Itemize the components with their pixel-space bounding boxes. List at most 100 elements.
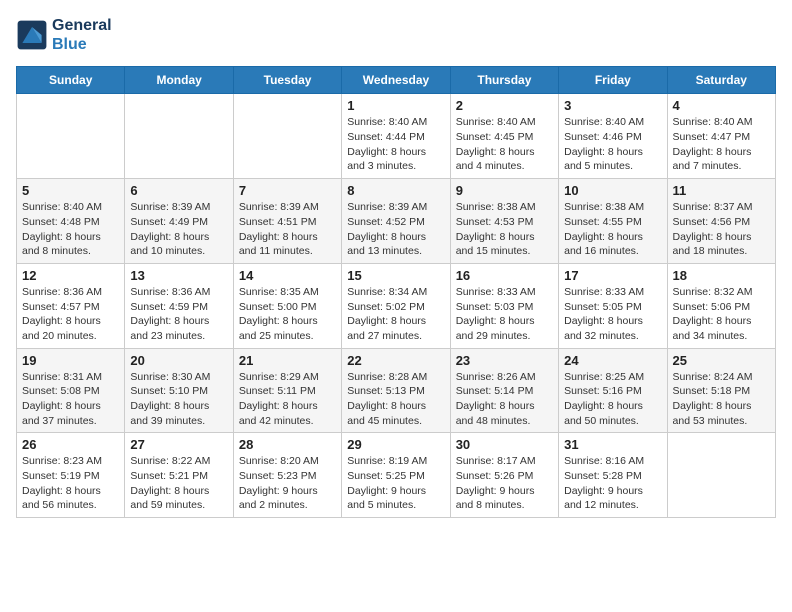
- calendar-cell: 21 Sunrise: 8:29 AM Sunset: 5:11 PM Dayli…: [233, 348, 341, 433]
- calendar-cell: 5 Sunrise: 8:40 AM Sunset: 4:48 PM Daylig…: [17, 179, 125, 264]
- calendar-cell: 3Sunrise: 8:40 AM Sunset: 4:46 PM Daylig…: [559, 94, 667, 179]
- weekday-header: Saturday: [667, 67, 775, 94]
- day-info: Sunrise: 8:39 AM Sunset: 4:52 PM Dayligh…: [347, 200, 444, 259]
- day-number: 31: [564, 437, 661, 452]
- day-info: Sunrise: 8:38 AM Sunset: 4:55 PM Dayligh…: [564, 200, 661, 259]
- day-info: Sunrise: 8:39 AM Sunset: 4:51 PM Dayligh…: [239, 200, 336, 259]
- day-number: 3: [564, 98, 661, 113]
- day-number: 4: [673, 98, 770, 113]
- day-info: Sunrise: 8:22 AM Sunset: 5:21 PM Dayligh…: [130, 454, 227, 513]
- day-info: Sunrise: 8:30 AM Sunset: 5:10 PM Dayligh…: [130, 370, 227, 429]
- day-number: 21: [239, 353, 336, 368]
- day-number: 26: [22, 437, 119, 452]
- day-number: 24: [564, 353, 661, 368]
- day-number: 16: [456, 268, 553, 283]
- calendar-cell: 9 Sunrise: 8:38 AM Sunset: 4:53 PM Daylig…: [450, 179, 558, 264]
- calendar-cell: 10 Sunrise: 8:38 AM Sunset: 4:55 PM Dayli…: [559, 179, 667, 264]
- calendar-cell: 11 Sunrise: 8:37 AM Sunset: 4:56 PM Dayli…: [667, 179, 775, 264]
- day-number: 5: [22, 183, 119, 198]
- calendar-cell: [125, 94, 233, 179]
- calendar-header: SundayMondayTuesdayWednesdayThursdayFrid…: [17, 67, 776, 94]
- day-info: Sunrise: 8:24 AM Sunset: 5:18 PM Dayligh…: [673, 370, 770, 429]
- day-number: 10: [564, 183, 661, 198]
- weekday-header: Thursday: [450, 67, 558, 94]
- day-info: Sunrise: 8:29 AM Sunset: 5:11 PM Dayligh…: [239, 370, 336, 429]
- day-info: Sunrise: 8:17 AM Sunset: 5:26 PM Dayligh…: [456, 454, 553, 513]
- day-info: Sunrise: 8:32 AM Sunset: 5:06 PM Dayligh…: [673, 285, 770, 344]
- day-info: Sunrise: 8:23 AM Sunset: 5:19 PM Dayligh…: [22, 454, 119, 513]
- day-info: Sunrise: 8:40 AM Sunset: 4:44 PM Dayligh…: [347, 115, 444, 174]
- day-number: 2: [456, 98, 553, 113]
- calendar-cell: 6Sunrise: 8:39 AM Sunset: 4:49 PM Daylig…: [125, 179, 233, 264]
- day-number: 18: [673, 268, 770, 283]
- day-number: 11: [673, 183, 770, 198]
- day-info: Sunrise: 8:38 AM Sunset: 4:53 PM Dayligh…: [456, 200, 553, 259]
- weekday-header: Tuesday: [233, 67, 341, 94]
- day-info: Sunrise: 8:33 AM Sunset: 5:03 PM Dayligh…: [456, 285, 553, 344]
- calendar-cell: 12 Sunrise: 8:36 AM Sunset: 4:57 PM Dayli…: [17, 263, 125, 348]
- calendar-cell: 13 Sunrise: 8:36 AM Sunset: 4:59 PM Dayli…: [125, 263, 233, 348]
- day-info: Sunrise: 8:31 AM Sunset: 5:08 PM Dayligh…: [22, 370, 119, 429]
- calendar-body: 1 Sunrise: 8:40 AM Sunset: 4:44 PM Daylig…: [17, 94, 776, 518]
- weekday-header: Friday: [559, 67, 667, 94]
- day-info: Sunrise: 8:36 AM Sunset: 4:57 PM Dayligh…: [22, 285, 119, 344]
- calendar-week-row: 1 Sunrise: 8:40 AM Sunset: 4:44 PM Daylig…: [17, 94, 776, 179]
- day-info: Sunrise: 8:36 AM Sunset: 4:59 PM Dayligh…: [130, 285, 227, 344]
- day-number: 12: [22, 268, 119, 283]
- calendar-cell: 14Sunrise: 8:35 AM Sunset: 5:00 PM Dayli…: [233, 263, 341, 348]
- calendar-cell: 29 Sunrise: 8:19 AM Sunset: 5:25 PM Dayli…: [342, 433, 450, 518]
- day-number: 13: [130, 268, 227, 283]
- day-info: Sunrise: 8:37 AM Sunset: 4:56 PM Dayligh…: [673, 200, 770, 259]
- day-number: 7: [239, 183, 336, 198]
- calendar-cell: 31 Sunrise: 8:16 AM Sunset: 5:28 PM Dayli…: [559, 433, 667, 518]
- day-number: 23: [456, 353, 553, 368]
- calendar-week-row: 19 Sunrise: 8:31 AM Sunset: 5:08 PM Dayli…: [17, 348, 776, 433]
- calendar-week-row: 12 Sunrise: 8:36 AM Sunset: 4:57 PM Dayli…: [17, 263, 776, 348]
- calendar-cell: 17Sunrise: 8:33 AM Sunset: 5:05 PM Dayli…: [559, 263, 667, 348]
- calendar-week-row: 26 Sunrise: 8:23 AM Sunset: 5:19 PM Dayli…: [17, 433, 776, 518]
- weekday-header: Sunday: [17, 67, 125, 94]
- logo-text: General Blue: [52, 16, 112, 54]
- day-info: Sunrise: 8:25 AM Sunset: 5:16 PM Dayligh…: [564, 370, 661, 429]
- day-info: Sunrise: 8:40 AM Sunset: 4:48 PM Dayligh…: [22, 200, 119, 259]
- day-info: Sunrise: 8:26 AM Sunset: 5:14 PM Dayligh…: [456, 370, 553, 429]
- weekday-header: Monday: [125, 67, 233, 94]
- day-number: 1: [347, 98, 444, 113]
- day-number: 25: [673, 353, 770, 368]
- day-number: 15: [347, 268, 444, 283]
- weekday-header: Wednesday: [342, 67, 450, 94]
- day-number: 14: [239, 268, 336, 283]
- day-number: 30: [456, 437, 553, 452]
- day-info: Sunrise: 8:28 AM Sunset: 5:13 PM Dayligh…: [347, 370, 444, 429]
- calendar: SundayMondayTuesdayWednesdayThursdayFrid…: [16, 66, 776, 518]
- logo-icon: [16, 19, 48, 51]
- calendar-cell: 24 Sunrise: 8:25 AM Sunset: 5:16 PM Dayli…: [559, 348, 667, 433]
- calendar-cell: 1 Sunrise: 8:40 AM Sunset: 4:44 PM Daylig…: [342, 94, 450, 179]
- calendar-week-row: 5 Sunrise: 8:40 AM Sunset: 4:48 PM Daylig…: [17, 179, 776, 264]
- day-number: 19: [22, 353, 119, 368]
- day-info: Sunrise: 8:20 AM Sunset: 5:23 PM Dayligh…: [239, 454, 336, 513]
- day-info: Sunrise: 8:16 AM Sunset: 5:28 PM Dayligh…: [564, 454, 661, 513]
- calendar-cell: 18 Sunrise: 8:32 AM Sunset: 5:06 PM Dayli…: [667, 263, 775, 348]
- day-info: Sunrise: 8:39 AM Sunset: 4:49 PM Dayligh…: [130, 200, 227, 259]
- calendar-cell: 19 Sunrise: 8:31 AM Sunset: 5:08 PM Dayli…: [17, 348, 125, 433]
- calendar-cell: 16 Sunrise: 8:33 AM Sunset: 5:03 PM Dayli…: [450, 263, 558, 348]
- day-number: 29: [347, 437, 444, 452]
- day-number: 9: [456, 183, 553, 198]
- day-info: Sunrise: 8:40 AM Sunset: 4:45 PM Dayligh…: [456, 115, 553, 174]
- calendar-cell: 27Sunrise: 8:22 AM Sunset: 5:21 PM Dayli…: [125, 433, 233, 518]
- calendar-cell: 23 Sunrise: 8:26 AM Sunset: 5:14 PM Dayli…: [450, 348, 558, 433]
- calendar-cell: [17, 94, 125, 179]
- calendar-cell: 28Sunrise: 8:20 AM Sunset: 5:23 PM Dayli…: [233, 433, 341, 518]
- calendar-cell: [667, 433, 775, 518]
- calendar-cell: 15Sunrise: 8:34 AM Sunset: 5:02 PM Dayli…: [342, 263, 450, 348]
- day-number: 8: [347, 183, 444, 198]
- calendar-cell: 22Sunrise: 8:28 AM Sunset: 5:13 PM Dayli…: [342, 348, 450, 433]
- calendar-cell: [233, 94, 341, 179]
- weekday-row: SundayMondayTuesdayWednesdayThursdayFrid…: [17, 67, 776, 94]
- day-number: 17: [564, 268, 661, 283]
- calendar-cell: 8 Sunrise: 8:39 AM Sunset: 4:52 PM Daylig…: [342, 179, 450, 264]
- calendar-cell: 4 Sunrise: 8:40 AM Sunset: 4:47 PM Daylig…: [667, 94, 775, 179]
- day-info: Sunrise: 8:19 AM Sunset: 5:25 PM Dayligh…: [347, 454, 444, 513]
- day-info: Sunrise: 8:40 AM Sunset: 4:47 PM Dayligh…: [673, 115, 770, 174]
